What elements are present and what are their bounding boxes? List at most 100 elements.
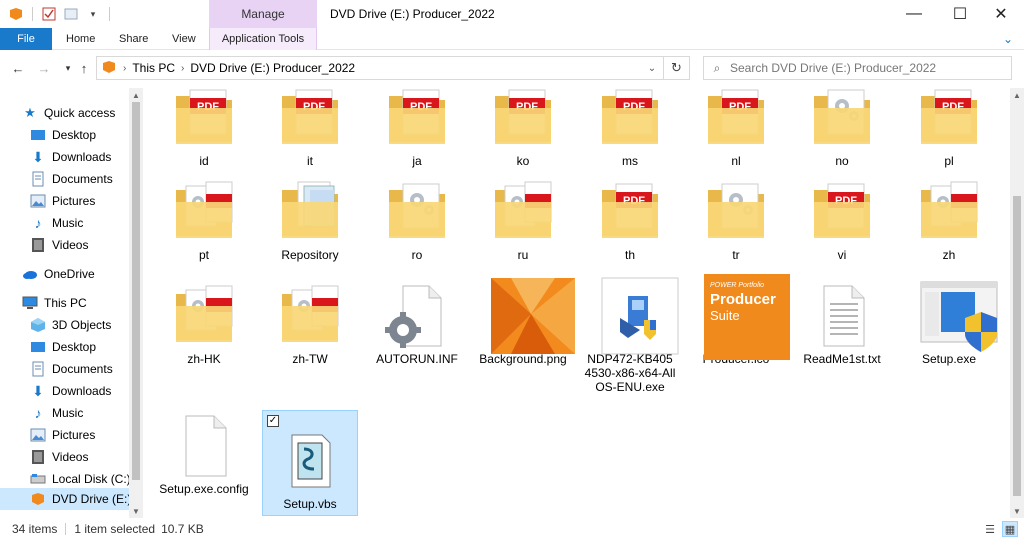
- address-bar[interactable]: › This PC › DVD Drive (E:) Producer_2022…: [96, 56, 664, 80]
- scroll-up-icon[interactable]: ▲: [129, 88, 143, 102]
- title-bar: ▾ Manage DVD Drive (E:) Producer_2022 — …: [0, 0, 1024, 28]
- tab-view[interactable]: View: [160, 28, 208, 50]
- content-scrollbar[interactable]: ▲ ▼: [1010, 88, 1024, 518]
- folder-gear-pdf-icon: [491, 180, 555, 244]
- nav-onedrive[interactable]: OneDrive: [22, 263, 143, 285]
- nav-pc-downloads[interactable]: ⬇ Downloads: [30, 380, 143, 402]
- file-tile[interactable]: PDF ko: [475, 88, 571, 190]
- file-name: zh-TW: [292, 352, 328, 366]
- refresh-button[interactable]: ↻: [664, 56, 690, 80]
- folder-pdf-icon: PDF: [917, 88, 981, 150]
- file-tile[interactable]: PDF ja: [369, 88, 465, 190]
- back-arrow-icon[interactable]: ←: [8, 59, 28, 77]
- nav-quick-access[interactable]: ★ Quick access: [22, 102, 143, 124]
- tab-home[interactable]: Home: [54, 28, 107, 50]
- file-tile[interactable]: no: [794, 88, 890, 190]
- nav-pc-music[interactable]: ♪ Music: [30, 402, 143, 424]
- file-tile[interactable]: ro: [369, 176, 465, 284]
- folder-pdf-icon: PDF: [810, 180, 874, 244]
- folder-docs-icon: [278, 180, 342, 244]
- tab-application-tools[interactable]: Application Tools: [209, 28, 317, 50]
- file-tile[interactable]: zh-TW: [262, 280, 358, 388]
- folder-pdf-icon: PDF: [491, 88, 555, 150]
- minimize-button[interactable]: —: [891, 0, 937, 28]
- nav-pc-desktop[interactable]: Desktop: [30, 336, 143, 358]
- nav-quick-videos[interactable]: Videos: [30, 234, 143, 256]
- properties-icon[interactable]: [41, 6, 57, 22]
- breadcrumb-this-pc[interactable]: This PC: [132, 61, 175, 75]
- file-tile[interactable]: PDF id: [156, 88, 252, 190]
- file-tile[interactable]: ReadMe1st.txt: [794, 280, 890, 388]
- item-count: 34 items: [12, 522, 58, 536]
- forward-arrow-icon[interactable]: →: [34, 59, 54, 77]
- dvd-drive-icon: [30, 491, 46, 507]
- nav-pc-dvd-drive[interactable]: DVD Drive (E:) Pr: [0, 488, 143, 510]
- scroll-down-icon[interactable]: ▼: [129, 504, 143, 518]
- large-icons-view-icon[interactable]: ▦: [1002, 521, 1018, 537]
- selection-checkbox[interactable]: ✓: [267, 415, 279, 427]
- downloads-icon: ⬇: [32, 148, 44, 165]
- star-icon: ★: [24, 105, 36, 120]
- nav-pc-local-disk[interactable]: Local Disk (C:): [30, 468, 143, 490]
- nav-quick-pictures[interactable]: Pictures 📌: [30, 190, 143, 212]
- content-scroll-thumb[interactable]: [1013, 196, 1021, 496]
- nav-quick-downloads[interactable]: ⬇ Downloads 📌: [30, 146, 143, 168]
- file-tile[interactable]: Setup.exe.config: [156, 410, 252, 518]
- manage-tab[interactable]: Manage: [209, 0, 317, 28]
- maximize-button[interactable]: ☐: [937, 0, 983, 28]
- documents-icon: [30, 361, 46, 377]
- setup-exe-icon: [917, 281, 998, 352]
- folder-gear-icon: [385, 180, 449, 244]
- nav-pc-3d-objects[interactable]: 3D Objects: [30, 314, 143, 336]
- file-tile[interactable]: PDF nl: [688, 88, 784, 190]
- file-tile[interactable]: PDF it: [262, 88, 358, 190]
- file-tile[interactable]: zh: [901, 176, 997, 284]
- nav-this-pc[interactable]: This PC: [22, 292, 143, 314]
- tab-file[interactable]: File: [0, 28, 52, 50]
- search-box[interactable]: ⌕ Search DVD Drive (E:) Producer_2022: [703, 56, 1012, 80]
- file-explorer-window: ▾ Manage DVD Drive (E:) Producer_2022 — …: [0, 0, 1024, 540]
- file-tile[interactable]: PDF pl: [901, 88, 997, 190]
- nav-scroll-thumb[interactable]: [132, 102, 140, 480]
- file-tile[interactable]: Background.png: [475, 278, 575, 388]
- address-row: ← → ▾ ↑ › This PC › DVD Drive (E:) Produ…: [0, 50, 1024, 86]
- close-button[interactable]: ✕: [978, 0, 1024, 28]
- nav-pc-videos[interactable]: Videos: [30, 446, 143, 468]
- scroll-up-icon[interactable]: ▲: [1010, 88, 1024, 102]
- file-tile[interactable]: pt: [156, 176, 252, 284]
- nav-quick-music[interactable]: ♪ Music: [30, 212, 143, 234]
- expand-ribbon-icon[interactable]: ⌄: [1000, 31, 1016, 47]
- breadcrumb-dvd-drive[interactable]: DVD Drive (E:) Producer_2022: [190, 61, 355, 75]
- nav-quick-documents[interactable]: Documents 📌: [30, 168, 143, 190]
- file-tile[interactable]: ✓ Setup.vbs: [262, 410, 358, 516]
- address-dropdown-icon[interactable]: ⌄: [641, 57, 663, 79]
- details-view-icon[interactable]: ☰: [982, 521, 998, 537]
- inf-gear-icon: [385, 284, 449, 348]
- nav-quick-desktop[interactable]: Desktop 📌: [30, 124, 143, 146]
- up-arrow-icon[interactable]: ↑: [74, 59, 94, 77]
- file-tile[interactable]: zh-HK: [156, 280, 252, 388]
- file-tile[interactable]: PDF th: [582, 176, 678, 284]
- customize-toolbar-icon[interactable]: ▾: [85, 6, 101, 22]
- nav-pc-documents[interactable]: Documents: [30, 358, 143, 380]
- file-name: ja: [412, 154, 422, 168]
- file-tile[interactable]: Repository: [262, 176, 358, 284]
- desktop-icon: [30, 339, 46, 355]
- file-tile[interactable]: PDF vi: [794, 176, 890, 284]
- file-tile[interactable]: Setup.exe: [901, 280, 998, 388]
- file-tile[interactable]: AUTORUN.INF: [369, 280, 465, 388]
- tab-share[interactable]: Share: [107, 28, 160, 50]
- scroll-down-icon[interactable]: ▼: [1010, 504, 1024, 518]
- nav-pane-scrollbar[interactable]: ▲ ▼: [129, 88, 143, 518]
- folder-pdf-icon: PDF: [704, 88, 768, 150]
- file-tile[interactable]: NDP472-KB4054530-x86-x64-AllOS-ENU.exe: [582, 277, 679, 394]
- file-tile[interactable]: PDF ms: [582, 88, 678, 190]
- file-tile[interactable]: POWER PortfolioProducerSuiteProducer.ico: [688, 274, 790, 388]
- folder-pdf-icon: PDF: [172, 88, 236, 150]
- music-icon: ♪: [34, 215, 42, 231]
- file-tile[interactable]: ru: [475, 176, 571, 284]
- new-folder-icon[interactable]: [63, 6, 79, 22]
- file-tile[interactable]: tr: [688, 176, 784, 284]
- nav-pc-pictures[interactable]: Pictures: [30, 424, 143, 446]
- music-icon: ♪: [34, 405, 42, 421]
